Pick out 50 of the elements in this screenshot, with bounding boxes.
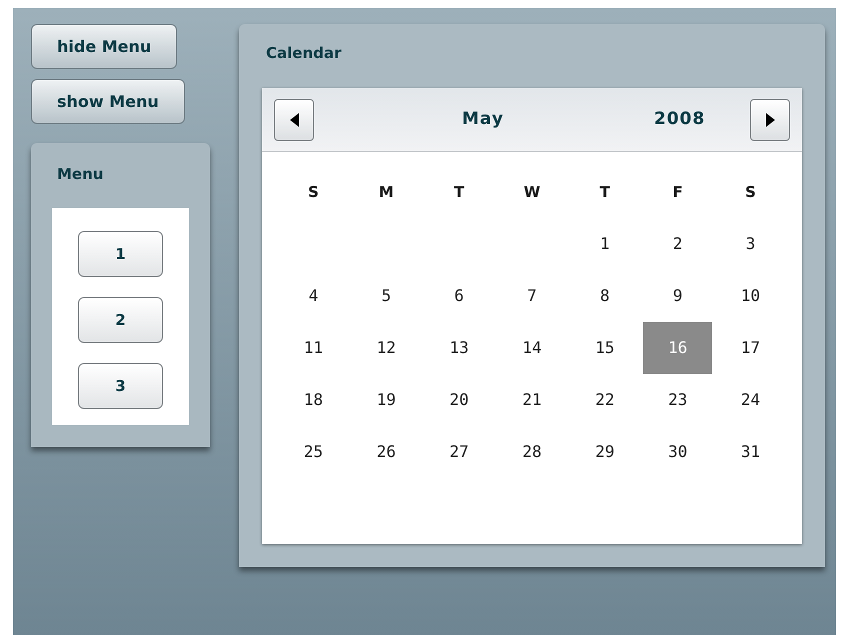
day-cell[interactable]: 26	[352, 426, 421, 478]
day-cell[interactable]: 4	[278, 270, 348, 322]
menu-item-button[interactable]: 3	[78, 363, 163, 409]
month-label: May	[462, 108, 505, 131]
day-cell[interactable]: 9	[643, 270, 712, 322]
weekday-label: M	[378, 182, 394, 203]
day-cell[interactable]: 15	[570, 322, 640, 374]
day-cell[interactable]: 25	[278, 426, 348, 478]
day-cell[interactable]: 14	[497, 322, 566, 374]
day-cell[interactable]: 2	[643, 218, 712, 270]
menu-toggle-button[interactable]: show Menu	[31, 79, 185, 124]
menu-item-button[interactable]: 2	[78, 297, 163, 343]
day-cell[interactable]: 21	[497, 374, 566, 426]
day-cell[interactable]: 23	[643, 374, 712, 426]
calendar-title: Calendar	[265, 43, 342, 64]
weekday-label: T	[454, 182, 464, 203]
weekday-label: F	[672, 182, 683, 203]
menu-item-button[interactable]: 1	[78, 231, 163, 277]
day-cell[interactable]: 3	[716, 218, 786, 270]
day-cell[interactable]: 5	[352, 270, 421, 322]
day-cell[interactable]: 12	[352, 322, 421, 374]
day-cell[interactable]: 31	[716, 426, 786, 478]
weekday-label: W	[524, 182, 540, 203]
year-label: 2008	[654, 108, 706, 131]
previous-month-button[interactable]	[274, 98, 314, 140]
day-cell[interactable]: 29	[570, 426, 640, 478]
day-cell[interactable]: 1	[570, 218, 640, 270]
day-cell[interactable]: 27	[424, 426, 494, 478]
menu-title: Menu	[56, 164, 104, 185]
day-cell[interactable]: 13	[424, 322, 494, 374]
day-cell[interactable]: 28	[497, 426, 566, 478]
weekday-label: S	[308, 182, 319, 203]
weekday-label: S	[745, 182, 756, 203]
next-month-button[interactable]	[750, 98, 790, 140]
weekday-label: T	[600, 182, 610, 203]
left-arrow-icon	[290, 112, 298, 126]
day-cell[interactable]: 10	[716, 270, 786, 322]
menu-toggle-button[interactable]: hide Menu	[31, 24, 178, 69]
day-cell[interactable]: 22	[570, 374, 640, 426]
day-cell[interactable]: 30	[643, 426, 712, 478]
right-arrow-icon	[766, 112, 774, 126]
day-cell[interactable]: 24	[716, 374, 786, 426]
day-cell[interactable]: 18	[278, 374, 348, 426]
day-cell[interactable]: 17	[716, 322, 786, 374]
day-cell[interactable]: 19	[352, 374, 421, 426]
day-cell[interactable]: 8	[570, 270, 640, 322]
day-cell[interactable]: 11	[278, 322, 348, 374]
day-cell[interactable]: 6	[424, 270, 494, 322]
day-cell[interactable]: 7	[497, 270, 566, 322]
day-cell[interactable]: 20	[424, 374, 494, 426]
